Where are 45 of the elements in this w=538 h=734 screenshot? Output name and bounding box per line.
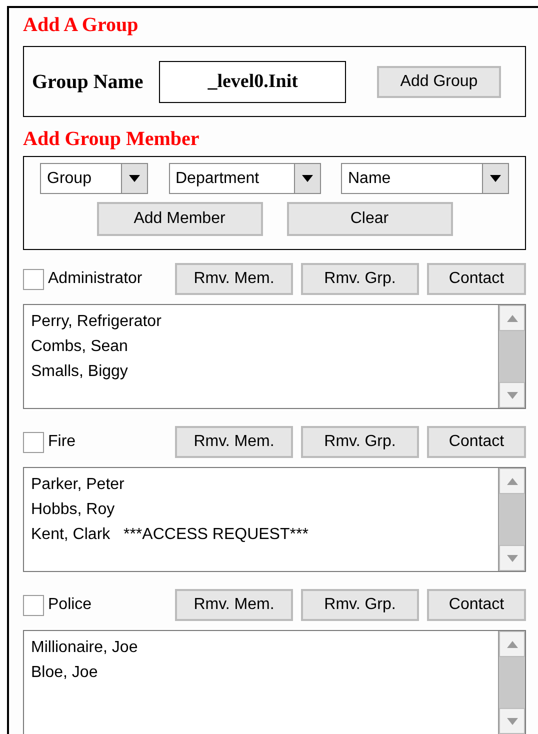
contact-button[interactable]: Contact — [427, 426, 526, 458]
remove-group-button[interactable]: Rmv. Grp. — [301, 263, 419, 295]
member-list[interactable]: Parker, Peter Hobbs, Roy Kent, Clark ***ACCESS REQUEST*** — [23, 467, 526, 572]
list-item[interactable]: Millionaire, Joe — [31, 635, 498, 660]
list-item[interactable]: Kent, Clark ***ACCESS REQUEST*** — [31, 522, 498, 547]
clear-button[interactable]: Clear — [286, 202, 452, 236]
section-title: Add Group Member — [23, 127, 200, 152]
list-item[interactable]: Bloe, Joe — [31, 660, 498, 685]
remove-group-button[interactable]: Rmv. Grp. — [301, 426, 419, 458]
dropdown[interactable]: Group — [40, 163, 148, 194]
member-list[interactable]: Millionaire, Joe Bloe, Joe — [23, 630, 526, 734]
scroll-up-arrow-icon[interactable] — [506, 314, 518, 322]
checkbox[interactable] — [23, 594, 44, 616]
list-item[interactable]: Parker, Peter — [31, 472, 498, 497]
scroll-down-arrow-icon[interactable] — [506, 718, 518, 724]
group-label: Administrator — [48, 269, 142, 289]
checkbox[interactable] — [23, 268, 44, 290]
scroll-down-arrow-icon[interactable] — [506, 554, 518, 562]
remove-member-button[interactable]: Rmv. Mem. — [175, 589, 293, 621]
section-title: Add A Group — [23, 13, 140, 38]
group-name-label: Group Name — [32, 70, 144, 94]
group-label: Fire — [48, 432, 76, 452]
list-item[interactable]: Smalls, Biggy — [31, 359, 498, 384]
checkbox[interactable] — [23, 432, 44, 452]
caret-icon — [490, 175, 501, 182]
list-item[interactable]: Hobbs, Roy — [31, 497, 498, 522]
contact-button[interactable]: Contact — [427, 263, 526, 295]
scroll-up-arrow-icon[interactable] — [506, 640, 518, 648]
contact-button[interactable]: Contact — [427, 589, 526, 621]
add-member-button[interactable]: Add Member — [96, 202, 262, 236]
dropdown[interactable]: Department — [168, 163, 320, 194]
group-label: Police — [48, 595, 92, 615]
add-group-button[interactable]: Add Group — [377, 66, 501, 98]
caret-icon — [129, 175, 140, 182]
list-item[interactable]: Perry, Refrigerator — [31, 309, 498, 334]
list-item[interactable]: Combs, Sean — [31, 334, 498, 359]
remove-group-button[interactable]: Rmv. Grp. — [301, 589, 419, 621]
group-name-field[interactable]: _level0.Init — [159, 60, 346, 102]
caret-icon — [302, 175, 312, 182]
dropdown[interactable]: Name — [341, 163, 509, 194]
remove-member-button[interactable]: Rmv. Mem. — [175, 426, 293, 458]
remove-member-button[interactable]: Rmv. Mem. — [175, 263, 293, 295]
scroll-up-arrow-icon[interactable] — [506, 478, 518, 484]
member-list[interactable]: Perry, Refrigerator Combs, Sean Smalls, Biggy — [23, 304, 526, 409]
scroll-down-arrow-icon[interactable] — [506, 392, 518, 398]
